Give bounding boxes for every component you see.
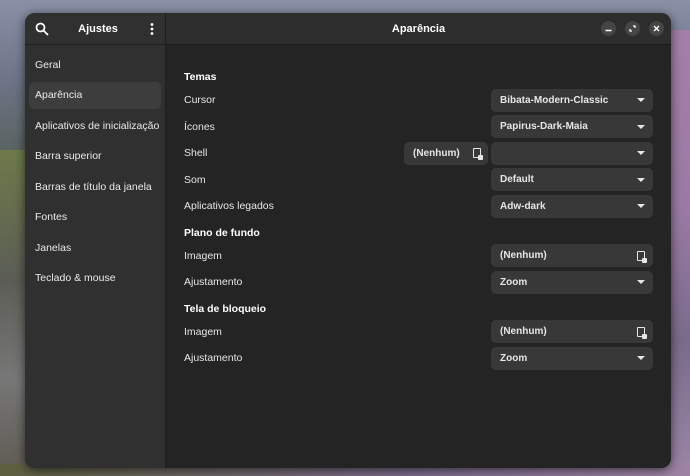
wallpaper-right: [670, 30, 690, 476]
main-header: Aparência: [166, 13, 671, 45]
section-title-temas: Temas: [184, 71, 217, 83]
shell-dropdown[interactable]: [491, 141, 653, 165]
document-icon: [637, 326, 647, 339]
tweaks-window: Ajustes Geral Aparência Aplicativos de i…: [25, 13, 671, 468]
sidebar-item-geral[interactable]: Geral: [29, 51, 161, 78]
bloqueio-ajustamento-row: Ajustamento Zoom: [184, 345, 653, 372]
shell-label: Shell: [184, 147, 208, 160]
sidebar-header: Ajustes: [25, 13, 165, 45]
legados-value: Adw-dark: [500, 200, 546, 212]
search-icon[interactable]: [35, 22, 49, 36]
fundo-imagem-label: Imagem: [184, 249, 222, 262]
chevron-down-icon: [637, 124, 645, 129]
sidebar-item-janelas[interactable]: Janelas: [29, 234, 161, 261]
bloqueio-imagem-file-button[interactable]: (Nenhum): [491, 320, 653, 344]
chevron-down-icon: [637, 98, 645, 103]
cursor-value: Bibata-Modern-Classic: [500, 94, 609, 106]
document-icon: [637, 250, 647, 263]
section-title-tela-de-bloqueio: Tela de bloqueio: [184, 302, 267, 315]
fundo-ajustamento-row: Ajustamento Zoom: [184, 269, 653, 296]
sidebar-item-teclado-mouse[interactable]: Teclado & mouse: [29, 265, 161, 292]
shell-file-value: (Nenhum): [413, 147, 460, 159]
chevron-down-icon: [637, 177, 645, 182]
appearance-content: Temas Cursor Bibata-Modern-Classic Ícone…: [166, 45, 671, 372]
fundo-ajustamento-dropdown[interactable]: Zoom: [491, 270, 653, 294]
icones-row: Ícones Papirus-Dark-Maia: [184, 114, 653, 141]
minimize-icon[interactable]: [601, 21, 616, 36]
window-controls: [601, 21, 664, 36]
shell-row: Shell (Nenhum): [184, 140, 653, 167]
legados-label: Aplicativos legados: [184, 200, 274, 213]
cursor-row: Cursor Bibata-Modern-Classic: [184, 87, 653, 114]
cursor-dropdown[interactable]: Bibata-Modern-Classic: [491, 88, 653, 112]
bloqueio-imagem-label: Imagem: [184, 325, 222, 338]
fundo-ajustamento-value: Zoom: [500, 276, 528, 288]
bloqueio-ajustamento-dropdown[interactable]: Zoom: [491, 346, 653, 370]
icones-value: Papirus-Dark-Maia: [500, 121, 588, 133]
main-panel: Aparência Temas Cursor Bibata-Modern-Cla…: [166, 13, 671, 468]
sidebar-item-fontes[interactable]: Fontes: [29, 204, 161, 231]
bloqueio-imagem-value: (Nenhum): [500, 326, 547, 338]
fundo-imagem-file-button[interactable]: (Nenhum): [491, 244, 653, 268]
cursor-label: Cursor: [184, 94, 216, 107]
page-title: Aparência: [391, 22, 446, 35]
close-icon[interactable]: [649, 21, 664, 36]
sidebar-list: Geral Aparência Aplicativos de inicializ…: [25, 45, 165, 301]
fundo-ajustamento-label: Ajustamento: [184, 276, 243, 289]
som-row: Som Default: [184, 167, 653, 194]
sidebar-title: Ajustes: [78, 22, 118, 35]
legados-dropdown[interactable]: Adw-dark: [491, 194, 653, 218]
shell-file-button[interactable]: (Nenhum): [404, 141, 488, 165]
bloqueio-imagem-row: Imagem (Nenhum): [184, 319, 653, 346]
sidebar-item-barras-de-titulo[interactable]: Barras de título da janela: [29, 173, 161, 200]
chevron-down-icon: [637, 204, 645, 209]
bloqueio-ajustamento-label: Ajustamento: [184, 352, 243, 365]
chevron-down-icon: [637, 280, 645, 285]
legados-row: Aplicativos legados Adw-dark: [184, 193, 653, 220]
sidebar-item-aplicativos-de-inicializacao[interactable]: Aplicativos de inicialização: [29, 112, 161, 139]
section-title-plano-de-fundo: Plano de fundo: [184, 226, 260, 239]
document-icon: [473, 148, 483, 161]
bloqueio-ajustamento-value: Zoom: [500, 352, 528, 364]
icones-dropdown[interactable]: Papirus-Dark-Maia: [491, 115, 653, 139]
sidebar-item-aparencia[interactable]: Aparência: [29, 81, 161, 109]
icones-label: Ícones: [184, 120, 215, 133]
kebab-menu-icon[interactable]: [147, 22, 157, 36]
som-label: Som: [184, 173, 206, 186]
maximize-icon[interactable]: [625, 21, 640, 36]
chevron-down-icon: [637, 151, 645, 156]
chevron-down-icon: [637, 356, 645, 361]
sidebar: Ajustes Geral Aparência Aplicativos de i…: [25, 13, 166, 468]
fundo-imagem-row: Imagem (Nenhum): [184, 243, 653, 270]
fundo-imagem-value: (Nenhum): [500, 250, 547, 262]
som-dropdown[interactable]: Default: [491, 168, 653, 192]
som-value: Default: [500, 174, 534, 186]
sidebar-item-barra-superior[interactable]: Barra superior: [29, 143, 161, 170]
